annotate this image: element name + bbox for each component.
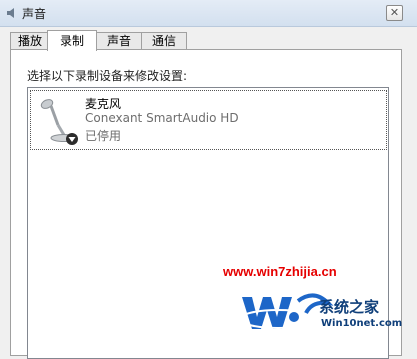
window-title: 声音 [22, 7, 47, 21]
microphone-icon [40, 99, 78, 145]
close-icon: ✕ [389, 6, 400, 19]
device-driver: Conexant SmartAudio HD [85, 111, 239, 125]
tab-sounds[interactable]: 声音 [96, 32, 142, 50]
instruction-text: 选择以下录制设备来修改设置: [27, 69, 188, 83]
tab-communications[interactable]: 通信 [141, 32, 187, 50]
speaker-icon [7, 8, 14, 18]
down-arrow-badge [66, 133, 78, 145]
close-button[interactable]: ✕ [386, 5, 403, 21]
tab-recording[interactable]: 录制 [47, 30, 97, 51]
device-name: 麦克风 [85, 97, 122, 111]
device-row-microphone[interactable]: 麦克风 Conexant SmartAudio HD 已停用 [30, 90, 387, 150]
device-status: 已停用 [85, 129, 122, 143]
watermark-site-name: 系统之家 [319, 298, 380, 316]
tab-playback[interactable]: 播放 [10, 32, 50, 50]
watermark-domain: Win10net.com [321, 318, 403, 329]
watermark-url: www.win7zhijia.cn [223, 264, 337, 279]
title-bar: 声音 ✕ [0, 0, 417, 27]
